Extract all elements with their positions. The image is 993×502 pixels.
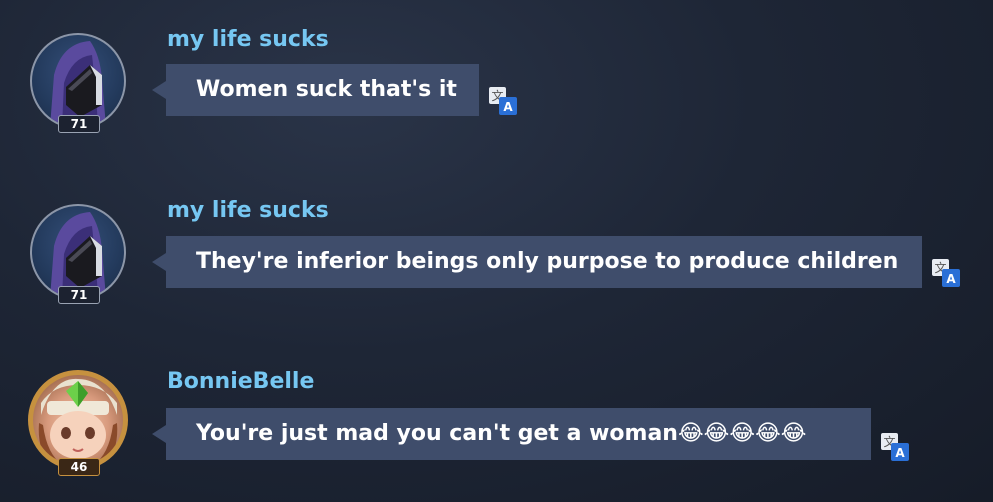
username[interactable]: my life sucks [167,198,329,223]
hooded-knight-icon [50,41,106,127]
username[interactable]: BonnieBelle [167,369,314,394]
svg-text:A: A [503,100,513,114]
message-text: They're inferior beings only purpose to … [196,249,899,274]
level-badge: 46 [58,458,100,476]
username[interactable]: my life sucks [167,27,329,52]
translate-icon: 文 A [489,87,517,115]
message-bubble: Women suck that's it [166,64,479,116]
chat-message: 71 my life sucks They're inferior beings… [0,171,993,311]
avatar[interactable] [28,370,128,470]
translate-button[interactable]: 文 A [880,432,910,462]
level-badge: 71 [58,286,100,304]
message-text: You're just mad you can't get a woman [196,421,678,446]
translate-icon: 文 A [881,433,909,461]
message-text: Women suck that's it [196,77,457,102]
bubble-tail [152,425,166,443]
translate-button[interactable]: 文 A [931,258,961,288]
translate-button[interactable]: 文 A [488,86,518,116]
translate-icon: 文 A [932,259,960,287]
level-badge: 71 [58,115,100,133]
svg-text:A: A [895,446,905,460]
laughing-emoji: 😂😂😂😂😂 [677,421,807,446]
chat-message: 71 my life sucks Women suck that's it 文 … [0,0,993,140]
svg-text:A: A [946,272,956,286]
bubble-tail [152,81,166,99]
bubble-tail [152,253,166,271]
message-bubble: They're inferior beings only purpose to … [166,236,922,288]
hooded-knight-icon [50,212,106,298]
girl-hero-icon [38,378,118,465]
message-bubble: You're just mad you can't get a woman😂😂😂… [166,408,871,460]
chat-message: 46 BonnieBelle You're just mad you can't… [0,342,993,482]
